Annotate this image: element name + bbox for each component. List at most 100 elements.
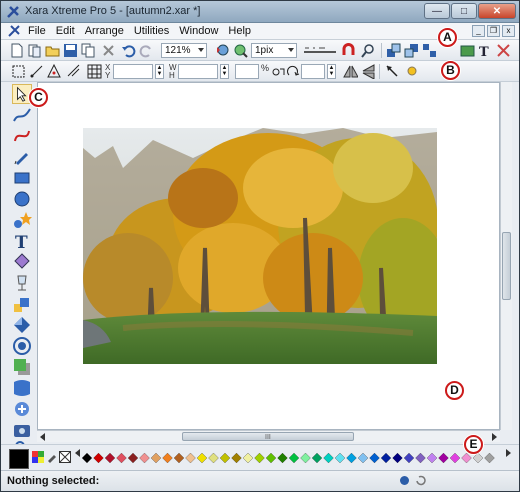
pen-tool-icon[interactable] <box>12 147 32 167</box>
transform-pin-icon[interactable] <box>405 64 420 79</box>
palette-swatch[interactable] <box>415 452 426 464</box>
palette-scroll-right-icon[interactable] <box>503 448 513 458</box>
palette-swatch[interactable] <box>323 452 334 464</box>
doc-minimize-button[interactable]: _ <box>472 25 485 37</box>
grid-icon[interactable] <box>87 64 102 79</box>
x-spin-button[interactable]: ▲ ▼ <box>155 64 164 79</box>
rotation-icon[interactable] <box>285 64 300 79</box>
ellipse-tool-icon[interactable] <box>12 189 32 209</box>
snap-magnet-icon[interactable] <box>341 43 356 58</box>
palette-swatch[interactable] <box>369 452 380 464</box>
color-palette[interactable] <box>81 452 506 464</box>
scale-field[interactable] <box>235 64 259 79</box>
cut-icon[interactable] <box>101 43 116 58</box>
palette-swatch[interactable] <box>403 452 415 464</box>
move-tool-icon[interactable] <box>385 64 400 79</box>
palette-swatch[interactable] <box>242 452 254 464</box>
contour-tool-icon[interactable] <box>12 336 32 356</box>
palette-swatch[interactable] <box>277 452 288 464</box>
eyedropper-icon[interactable] <box>46 451 58 463</box>
palette-swatch[interactable] <box>461 452 472 464</box>
zoom-combo[interactable]: 121% <box>161 43 207 58</box>
palette-swatch[interactable] <box>484 452 495 464</box>
palette-swatch[interactable] <box>185 452 196 464</box>
horizontal-scroll-thumb[interactable]: III <box>182 432 354 441</box>
flip-vertical-icon[interactable] <box>361 64 376 79</box>
palette-swatch[interactable] <box>208 452 219 464</box>
palette-swatch[interactable] <box>162 452 173 464</box>
palette-swatch[interactable] <box>231 452 242 464</box>
scroll-left-icon[interactable] <box>39 433 47 441</box>
palette-swatch[interactable] <box>426 452 438 464</box>
palette-swatch[interactable] <box>357 452 369 464</box>
palette-swatch[interactable] <box>438 452 449 464</box>
palette-swatch[interactable] <box>254 452 265 464</box>
redo-icon[interactable] <box>139 43 154 58</box>
group-icon[interactable] <box>422 43 437 58</box>
save-icon[interactable] <box>63 43 78 58</box>
center-point-icon[interactable] <box>47 64 62 79</box>
palette-swatch[interactable] <box>380 452 392 464</box>
palette-swatch[interactable] <box>93 452 104 464</box>
menu-help[interactable]: Help <box>223 25 256 37</box>
snap-options-icon[interactable] <box>361 43 376 58</box>
arrange-front-icon[interactable] <box>386 43 401 58</box>
palette-swatch[interactable] <box>104 452 116 464</box>
photo-tool-icon[interactable] <box>12 420 32 440</box>
vertical-scrollbar[interactable] <box>500 82 512 430</box>
palette-swatch[interactable] <box>265 452 277 464</box>
menu-file[interactable]: File <box>23 25 51 37</box>
menu-utilities[interactable]: Utilities <box>129 25 174 37</box>
width-field[interactable] <box>178 64 218 79</box>
palette-swatch[interactable] <box>392 452 403 464</box>
palette-swatch[interactable] <box>116 452 127 464</box>
shadow-tool-icon[interactable] <box>12 357 32 377</box>
bitmap-icon[interactable] <box>460 43 475 58</box>
shape-tool-icon[interactable] <box>12 210 32 230</box>
blend-tool-icon[interactable] <box>12 294 32 314</box>
snap-status-icon[interactable] <box>399 475 410 486</box>
open-icon[interactable] <box>45 43 60 58</box>
palette-swatch[interactable] <box>173 452 185 464</box>
scroll-right-icon[interactable] <box>490 433 498 441</box>
palette-swatch[interactable] <box>288 452 300 464</box>
previous-zoom-icon[interactable] <box>215 43 230 58</box>
close-button[interactable]: ✕ <box>478 3 516 19</box>
open-template-icon[interactable] <box>27 43 42 58</box>
rotation-spin-button[interactable]: ▲ ▼ <box>327 64 336 79</box>
xara-app-icon[interactable] <box>6 5 20 19</box>
palette-swatch[interactable] <box>449 452 461 464</box>
bevel-tool-icon[interactable] <box>12 315 32 335</box>
x-position-field[interactable] <box>113 64 153 79</box>
transparency-tool-icon[interactable] <box>12 273 32 293</box>
palette-swatch[interactable] <box>346 452 357 464</box>
freehand-tool-icon[interactable] <box>12 105 32 125</box>
menu-edit[interactable]: Edit <box>51 25 80 37</box>
palette-swatch[interactable] <box>334 452 346 464</box>
palette-swatch[interactable] <box>472 452 484 464</box>
rotation-field[interactable] <box>301 64 325 79</box>
mould-tool-icon[interactable] <box>12 378 32 398</box>
palette-swatch[interactable] <box>150 452 162 464</box>
line-width-combo[interactable]: 1pix <box>251 43 297 58</box>
autumn-photo[interactable] <box>83 128 437 364</box>
rectangle-tool-icon[interactable] <box>12 168 32 188</box>
live-effects-tool-icon[interactable] <box>12 399 32 419</box>
text-format-icon[interactable]: T <box>478 43 493 58</box>
document-icon[interactable] <box>7 24 21 38</box>
zoom-to-page-icon[interactable] <box>233 43 248 58</box>
selection-bounds-icon[interactable] <box>11 64 26 79</box>
menu-arrange[interactable]: Arrange <box>80 25 129 37</box>
new-icon[interactable] <box>9 43 24 58</box>
lock-aspect-icon[interactable] <box>271 64 286 79</box>
minimize-button[interactable]: — <box>424 3 450 19</box>
color-editor-icon[interactable] <box>32 451 44 463</box>
palette-swatch[interactable] <box>196 452 208 464</box>
arrange-back-icon[interactable] <box>404 43 419 58</box>
palette-swatch[interactable] <box>311 452 323 464</box>
current-color-swatch[interactable] <box>9 449 29 469</box>
palette-swatch[interactable] <box>139 452 150 464</box>
doc-close-button[interactable]: x <box>502 25 515 37</box>
bezier-tool-icon[interactable] <box>12 126 32 146</box>
copy-icon[interactable] <box>81 43 96 58</box>
